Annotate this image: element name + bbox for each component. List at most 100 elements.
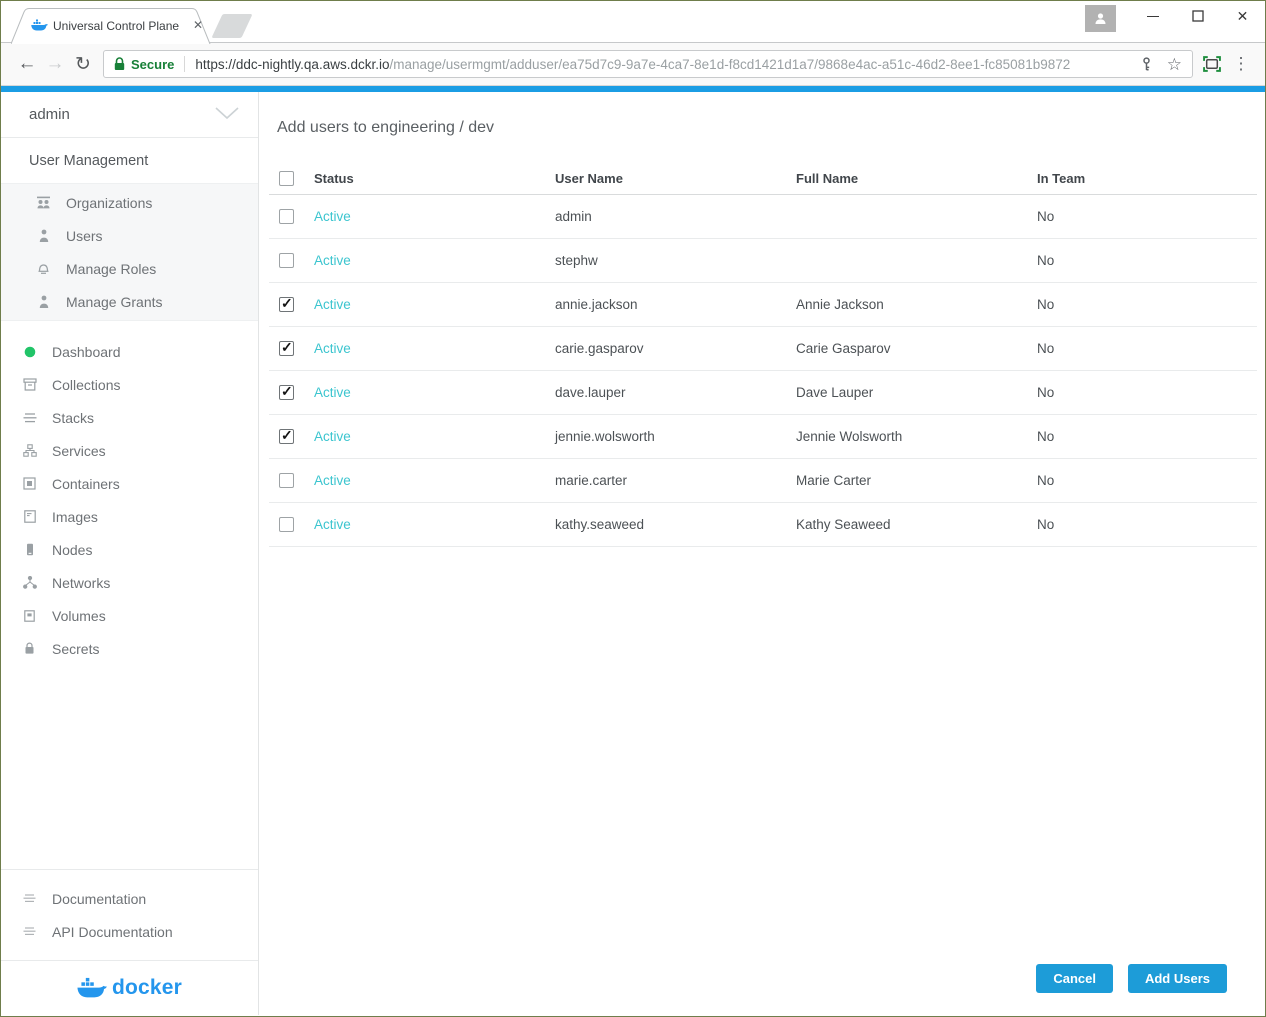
window-minimize-button[interactable] [1130, 1, 1175, 31]
user-name-cell: dave.lauper [555, 385, 796, 400]
docker-logo: docker [1, 960, 258, 1015]
browser-menu-icon[interactable]: ⋮ [1229, 54, 1253, 74]
row-checkbox[interactable] [279, 253, 294, 268]
url-path: /manage/usermgmt/adduser/ea75d7c9-9a7e-4… [389, 57, 1070, 72]
status-cell: Active [314, 297, 555, 312]
add-users-button[interactable]: Add Users [1128, 964, 1227, 993]
browser-toolbar: ← → ↻ Secure https://ddc-nightly.qa.aws.… [1, 43, 1265, 86]
row-checkbox[interactable] [279, 297, 294, 312]
column-header-full-name: Full Name [796, 171, 1037, 186]
user-icon [35, 295, 52, 308]
row-checkbox[interactable] [279, 385, 294, 400]
docker-whale-favicon [31, 19, 48, 37]
screenshot-extension-icon[interactable] [1203, 56, 1221, 72]
full-name-cell: Kathy Seaweed [796, 517, 1037, 532]
column-header-in-team: In Team [1037, 171, 1257, 186]
sidebar-item-label: Documentation [52, 891, 146, 907]
full-name-cell: Dave Lauper [796, 385, 1037, 400]
full-name-cell: Marie Carter [796, 473, 1037, 488]
sidebar-nav-item[interactable]: Nodes [1, 533, 258, 566]
row-checkbox[interactable] [279, 473, 294, 488]
password-key-icon[interactable] [1140, 57, 1153, 71]
table-row[interactable]: Active carie.gasparov Carie Gasparov No [269, 327, 1257, 371]
sidebar-submenu-item[interactable]: Manage Roles [1, 252, 258, 285]
cancel-button[interactable]: Cancel [1036, 964, 1113, 993]
sidebar-nav-item[interactable]: Images [1, 500, 258, 533]
secrets-icon [21, 642, 38, 655]
url-host: https://ddc-nightly.qa.aws.dckr.io [195, 57, 389, 72]
sidebar-nav-item[interactable]: Dashboard [1, 335, 258, 368]
sidebar-submenu-item[interactable]: Users [1, 219, 258, 252]
url-text[interactable]: https://ddc-nightly.qa.aws.dckr.io/manag… [195, 57, 1131, 72]
table-row[interactable]: Active kathy.seaweed Kathy Seaweed No [269, 503, 1257, 547]
full-name-cell: Jennie Wolsworth [796, 429, 1037, 444]
table-row[interactable]: Active jennie.wolsworth Jennie Wolsworth… [269, 415, 1257, 459]
sidebar-nav-item[interactable]: Stacks [1, 401, 258, 434]
user-name-cell: jennie.wolsworth [555, 429, 796, 444]
row-checkbox[interactable] [279, 209, 294, 224]
sidebar-submenu-item[interactable]: Organizations [1, 186, 258, 219]
sidebar-nav-item[interactable]: Containers [1, 467, 258, 500]
new-tab-button[interactable] [211, 14, 252, 38]
user-name-cell: admin [555, 209, 796, 224]
status-cell: Active [314, 385, 555, 400]
table-body: Active admin No Active stephw No Active … [269, 195, 1257, 547]
in-team-cell: No [1037, 517, 1257, 532]
tab-title: Universal Control Plane [53, 19, 179, 33]
sidebar-footer-link[interactable]: API Documentation [1, 915, 258, 948]
sidebar-nav-item[interactable]: Volumes [1, 599, 258, 632]
table-row[interactable]: Active marie.carter Marie Carter No [269, 459, 1257, 503]
sidebar-item-label: Users [66, 228, 103, 244]
doc-icon [21, 894, 38, 903]
user-name-cell: marie.carter [555, 473, 796, 488]
sidebar-footer: Documentation API Documentation docker [1, 869, 258, 1015]
networks-icon [21, 576, 38, 589]
reload-icon[interactable]: ↻ [69, 53, 97, 76]
status-cell: Active [314, 517, 555, 532]
user-management-submenu: Organizations Users Manage Roles Manage … [1, 183, 258, 321]
in-team-cell: No [1037, 297, 1257, 312]
column-header-user-name: User Name [555, 171, 796, 186]
sidebar-item-label: Containers [52, 476, 120, 492]
sidebar-item-label: Services [52, 443, 106, 459]
sidebar-nav-item[interactable]: Collections [1, 368, 258, 401]
browser-profile-button[interactable] [1085, 5, 1116, 32]
dashboard-icon [21, 346, 38, 358]
sidebar-submenu-item[interactable]: Manage Grants [1, 285, 258, 318]
row-checkbox[interactable] [279, 517, 294, 532]
table-row[interactable]: Active admin No [269, 195, 1257, 239]
section-title-user-management: User Management [1, 138, 258, 183]
browser-tab[interactable]: Universal Control Plane ✕ [11, 8, 211, 43]
tab-close-icon[interactable]: ✕ [193, 18, 203, 32]
back-icon[interactable]: ← [13, 53, 41, 75]
in-team-cell: No [1037, 473, 1257, 488]
row-checkbox[interactable] [279, 341, 294, 356]
maximize-icon [1192, 10, 1204, 22]
table-row[interactable]: Active annie.jackson Annie Jackson No [269, 283, 1257, 327]
window-close-button[interactable]: ✕ [1220, 1, 1265, 31]
address-bar[interactable]: Secure https://ddc-nightly.qa.aws.dckr.i… [103, 50, 1193, 78]
sidebar-nav-item[interactable]: Secrets [1, 632, 258, 665]
sidebar-item-label: Stacks [52, 410, 94, 426]
in-team-cell: No [1037, 209, 1257, 224]
docker-wordmark: docker [112, 976, 182, 1000]
sidebar-footer-link[interactable]: Documentation [1, 882, 258, 915]
window-maximize-button[interactable] [1175, 1, 1220, 31]
nodes-icon [21, 543, 38, 556]
table-row[interactable]: Active dave.lauper Dave Lauper No [269, 371, 1257, 415]
users-table: Status User Name Full Name In Team Activ… [269, 162, 1257, 547]
user-name-cell: annie.jackson [555, 297, 796, 312]
table-row[interactable]: Active stephw No [269, 239, 1257, 283]
sidebar-item-label: Manage Grants [66, 294, 163, 310]
collections-icon [21, 378, 38, 391]
sidebar-nav-item[interactable]: Services [1, 434, 258, 467]
bookmark-star-icon[interactable]: ☆ [1167, 56, 1182, 73]
in-team-cell: No [1037, 341, 1257, 356]
sidebar-item-label: API Documentation [52, 924, 173, 940]
main-content: Add users to engineering / dev Status Us… [259, 92, 1265, 1015]
select-all-checkbox[interactable] [279, 171, 294, 186]
sidebar-nav-item[interactable]: Networks [1, 566, 258, 599]
full-name-cell: Annie Jackson [796, 297, 1037, 312]
account-dropdown[interactable]: admin [1, 92, 258, 138]
row-checkbox[interactable] [279, 429, 294, 444]
